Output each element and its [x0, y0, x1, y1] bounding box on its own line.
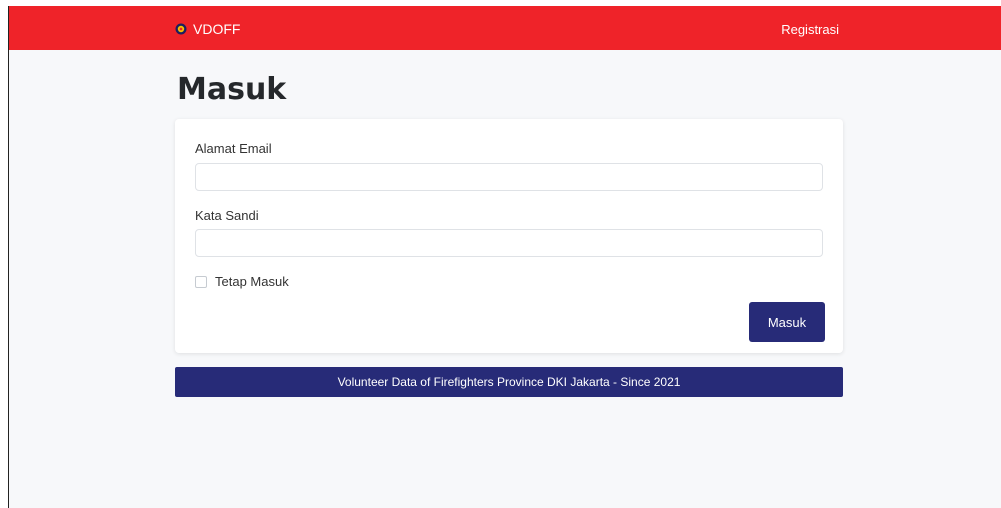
- email-input[interactable]: [195, 163, 823, 191]
- fire-emblem-icon: [175, 23, 187, 35]
- login-card: Alamat Email Kata Sandi Tetap Masuk Masu…: [175, 119, 843, 353]
- remember-me-checkbox[interactable]: [195, 275, 207, 288]
- remember-me-label[interactable]: Tetap Masuk: [215, 274, 289, 289]
- brand-link[interactable]: VDOFF: [175, 20, 240, 38]
- password-label: Kata Sandi: [195, 208, 259, 223]
- top-navbar: VDOFF Registrasi: [9, 6, 1001, 50]
- remember-me-row: Tetap Masuk: [195, 274, 289, 289]
- register-link[interactable]: Registrasi: [781, 22, 839, 37]
- footer-banner: Volunteer Data of Firefighters Province …: [175, 367, 843, 397]
- login-button[interactable]: Masuk: [749, 302, 825, 342]
- password-input[interactable]: [195, 229, 823, 257]
- page-title: Masuk: [177, 72, 287, 107]
- email-label: Alamat Email: [195, 141, 272, 156]
- browser-viewport: VDOFF Registrasi Masuk Alamat Email Kata…: [8, 6, 1001, 508]
- brand-name: VDOFF: [193, 21, 241, 37]
